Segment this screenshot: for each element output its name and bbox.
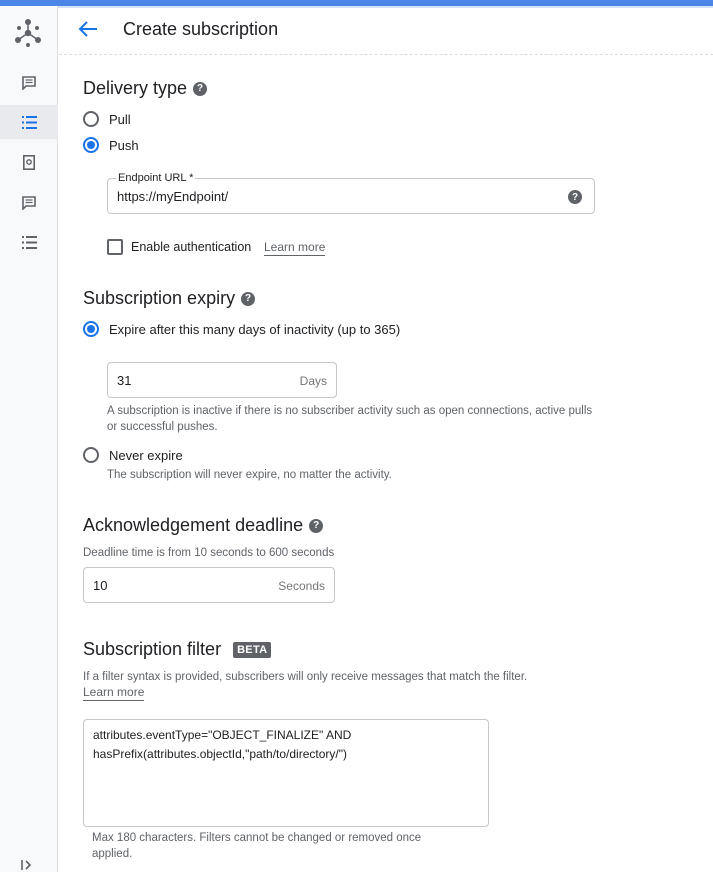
list-icon: [21, 235, 37, 249]
radio-expire-after[interactable]: Expire after this many days of inactivit…: [83, 321, 400, 337]
auth-learn-more-link[interactable]: Learn more: [264, 240, 326, 256]
never-expire-helper: The subscription will never expire, no m…: [107, 469, 392, 481]
nav-subscriptions[interactable]: [0, 105, 58, 139]
endpoint-url-label: Endpoint URL *: [116, 172, 196, 184]
message-icon: [22, 196, 36, 210]
endpoint-url-field[interactable]: Endpoint URL * https://myEndpoint/ ?: [107, 172, 595, 214]
message-icon: [22, 76, 36, 90]
page-header: Create subscription: [59, 6, 713, 55]
expand-rail-icon[interactable]: [20, 858, 34, 872]
radio-push[interactable]: Push: [83, 137, 139, 153]
delivery-type-heading: Delivery type ?: [83, 78, 208, 99]
filter-textarea[interactable]: attributes.eventType="OBJECT_FINALIZE" A…: [83, 719, 489, 827]
nav-lite[interactable]: [0, 225, 58, 259]
radio-pull-label: Pull: [109, 111, 131, 127]
endpoint-url-value[interactable]: https://myEndpoint/: [117, 189, 228, 204]
radio-push-label: Push: [109, 137, 139, 153]
nav-snapshots[interactable]: [0, 145, 58, 179]
radio-never-expire[interactable]: Never expire: [83, 447, 183, 463]
radio-expire-after-label: Expire after this many days of inactivit…: [109, 321, 401, 337]
subscription-filter-title: Subscription filter: [83, 639, 222, 659]
expiry-days-helper: A subscription is inactive if there is n…: [107, 405, 593, 433]
radio-never-expire-button[interactable]: [83, 447, 99, 463]
beta-badge: BETA: [233, 641, 272, 658]
nav-topics[interactable]: [0, 66, 58, 100]
ack-deadline-value[interactable]: 10: [93, 578, 107, 593]
list-icon: [21, 115, 37, 129]
radio-push-button[interactable]: [83, 137, 99, 153]
radio-pull[interactable]: Pull: [83, 111, 131, 127]
expiry-days-value[interactable]: 31: [117, 373, 131, 388]
filter-text-line-1: attributes.eventType="OBJECT_FINALIZE" A…: [93, 728, 352, 742]
delivery-type-title: Delivery type: [83, 78, 188, 98]
expiry-days-input[interactable]: 31 Days: [107, 362, 337, 398]
radio-never-expire-label: Never expire: [109, 447, 183, 463]
enable-authentication-label: Enable authentication: [131, 240, 252, 254]
filter-footer-helper: Max 180 characters. Filters cannot be ch…: [92, 832, 422, 860]
help-icon[interactable]: ?: [309, 518, 324, 533]
help-icon[interactable]: ?: [568, 190, 582, 204]
help-icon[interactable]: ?: [193, 81, 208, 96]
ack-deadline-title: Acknowledgement deadline: [83, 515, 304, 535]
snapshot-icon: [23, 154, 35, 170]
nav-schemas[interactable]: [0, 186, 58, 220]
filter-learn-more-link[interactable]: Learn more: [83, 685, 145, 701]
ack-deadline-heading: Acknowledgement deadline ?: [83, 515, 324, 536]
page-title: Create subscription: [123, 19, 279, 39]
subscription-filter-heading: Subscription filter BETA: [83, 639, 272, 660]
radio-expire-after-button[interactable]: [83, 321, 99, 337]
pubsub-logo-icon[interactable]: [11, 16, 45, 50]
ack-deadline-input[interactable]: 10 Seconds: [83, 567, 335, 603]
expiry-days-suffix: Days: [299, 374, 327, 388]
enable-authentication-checkbox[interactable]: [107, 239, 123, 255]
ack-deadline-suffix: Seconds: [278, 579, 325, 593]
filter-helper: If a filter syntax is provided, subscrib…: [83, 671, 528, 683]
subscription-expiry-title: Subscription expiry: [83, 288, 236, 308]
radio-pull-button[interactable]: [83, 111, 99, 127]
help-icon[interactable]: ?: [241, 291, 256, 306]
back-arrow-icon[interactable]: [77, 18, 99, 40]
ack-deadline-helper: Deadline time is from 10 seconds to 600 …: [83, 547, 335, 559]
left-nav-rail: [0, 6, 58, 872]
subscription-expiry-heading: Subscription expiry ?: [83, 288, 256, 309]
filter-text-line-2: hasPrefix(attributes.objectId,"path/to/d…: [93, 747, 347, 761]
